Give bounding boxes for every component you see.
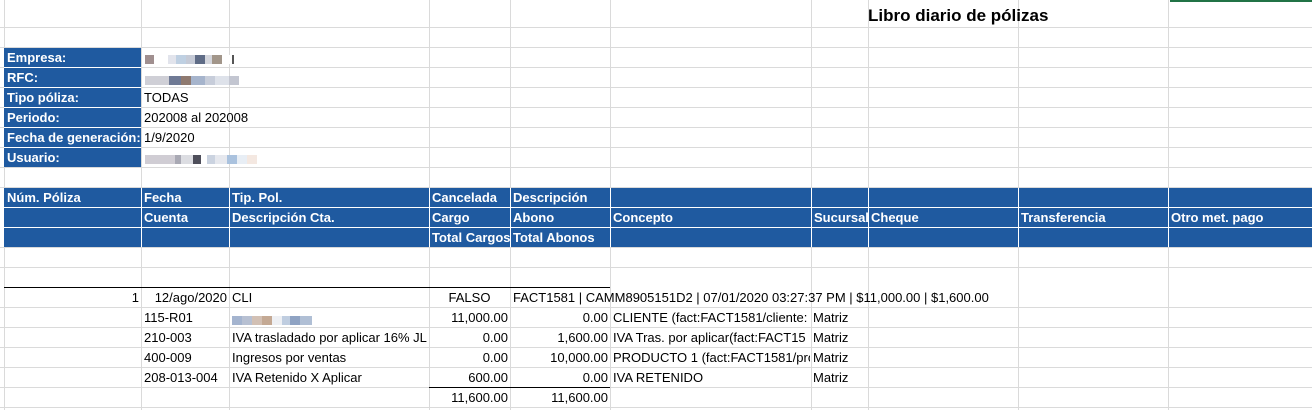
row-concepto[interactable]: PRODUCTO 1 (fact:FACT1581/pro [613,348,810,368]
row-abono[interactable]: 1,600.00 [511,328,608,348]
total-cargos[interactable]: 11,600.00 [430,388,508,408]
row-sucursal[interactable]: Matriz [813,368,868,388]
redacted-descripcion-cta [232,313,312,325]
usuario-label: Usuario: [7,150,60,165]
gridline [0,67,1312,68]
row-abono[interactable]: 0.00 [511,368,608,388]
row-cargo[interactable]: 600.00 [430,368,508,388]
gridline [0,407,1312,408]
poliza-fecha[interactable]: 12/ago/2020 [142,288,227,308]
band-divider [1168,188,1169,247]
periodo-label: Periodo: [7,110,60,125]
report-title: Libro diario de pólizas [868,6,1049,25]
poliza-descripcion[interactable]: FACT1581 | CAMM8905151D2 | 07/01/2020 03… [513,288,1073,308]
header-tip-pol[interactable]: Tip. Pol. [232,188,428,208]
row-cuenta[interactable]: 115-R01 [144,308,228,328]
band-divider [868,188,869,247]
band-divider [1018,188,1019,247]
redacted-empresa [145,52,234,64]
gridline [0,27,1312,28]
poliza-tipo[interactable]: CLI [232,288,428,308]
header-sucursal[interactable]: Sucursal [814,208,868,228]
poliza-cancelada[interactable]: FALSO [430,288,509,308]
row-cargo[interactable]: 11,000.00 [430,308,508,328]
redacted-rfc [145,73,239,85]
row-concepto[interactable]: IVA Tras. por aplicar(fact:FACT15 [613,328,810,348]
empresa-label: Empresa: [7,50,67,65]
tipo-poliza-label: Tipo póliza: [7,90,79,105]
row-cuenta[interactable]: 210-003 [144,328,228,348]
row-sucursal[interactable]: Matriz [813,308,868,328]
gridline [0,167,1312,168]
header-num-poliza[interactable]: Núm. Póliza [7,188,139,208]
header-cargo[interactable]: Cargo [432,208,509,228]
header-descripcion-cta[interactable]: Descripción Cta. [232,208,428,228]
gridline [0,267,1312,268]
band-divider [429,188,430,247]
header-transferencia[interactable]: Transferencia [1021,208,1167,228]
total-abonos[interactable]: 11,600.00 [511,388,608,408]
row-cargo[interactable]: 0.00 [430,348,508,368]
row-sucursal[interactable]: Matriz [813,348,868,368]
header-abono[interactable]: Abono [513,208,609,228]
band-divider [141,188,142,247]
gridline [0,247,1312,248]
redacted-usuario [145,152,257,164]
header-cuenta[interactable]: Cuenta [144,208,228,228]
row-abono[interactable]: 0.00 [511,308,608,328]
fecha-generacion-label: Fecha de generación: [7,130,141,145]
rfc-label: RFC: [7,70,39,85]
band-divider [811,188,812,247]
row-descripcion-cta[interactable]: IVA trasladado por aplicar 16% JL [232,328,428,348]
row-cargo[interactable]: 0.00 [430,328,508,348]
header-descripcion[interactable]: Descripción [513,188,609,208]
active-cell-indicator [1170,0,1312,2]
band-divider [610,188,611,247]
poliza-num[interactable]: 1 [5,288,139,308]
gridline [0,47,1312,48]
header-concepto[interactable]: Concepto [613,208,809,228]
row-concepto[interactable]: CLIENTE (fact:FACT1581/cliente: [613,308,810,328]
periodo-value: 202008 al 202008 [144,110,249,125]
row-descripcion-cta[interactable]: IVA Retenido X Aplicar [232,368,428,388]
header-fecha[interactable]: Fecha [144,188,228,208]
header-cancelada[interactable]: Cancelada [432,188,509,208]
fecha-generacion-value: 1/9/2020 [144,130,195,145]
band-divider [229,188,230,247]
band-divider [510,188,511,247]
header-otro-met-pago[interactable]: Otro met. pago [1171,208,1311,228]
row-abono[interactable]: 10,000.00 [511,348,608,368]
row-concepto[interactable]: IVA RETENIDO [613,368,810,388]
row-cuenta[interactable]: 400-009 [144,348,228,368]
header-cheque[interactable]: Cheque [871,208,1017,228]
row-sucursal[interactable]: Matriz [813,328,868,348]
header-total-cargos[interactable]: Total Cargos [432,228,510,248]
header-total-abonos[interactable]: Total Abonos [513,228,609,248]
tipo-poliza-value: TODAS [144,90,189,105]
row-descripcion-cta[interactable]: Ingresos por ventas [232,348,428,368]
row-cuenta[interactable]: 208-013-004 [144,368,228,388]
